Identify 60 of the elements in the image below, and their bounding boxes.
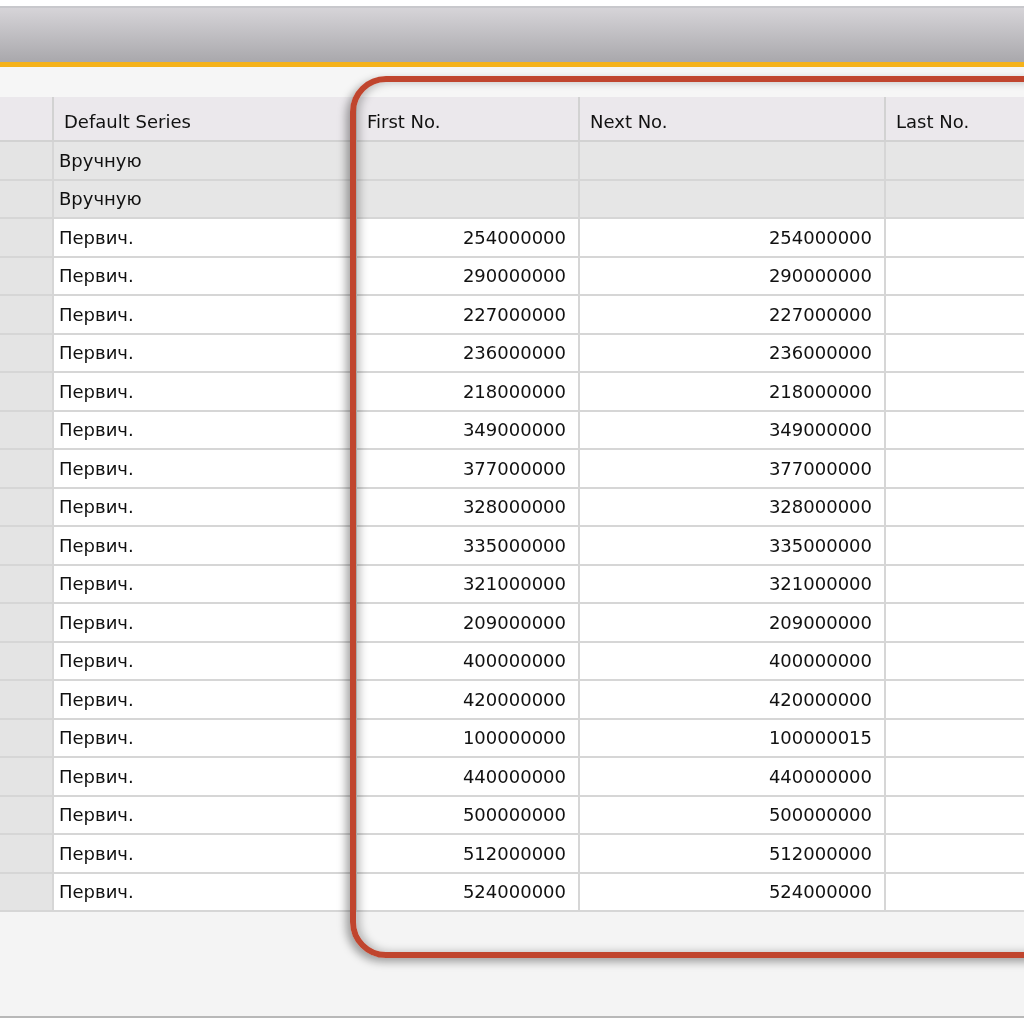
table-cell: 236000000 bbox=[580, 334, 886, 373]
row-header-cell[interactable] bbox=[0, 180, 54, 219]
table-cell: 512000000 bbox=[580, 835, 886, 874]
table-cell: 400000000 bbox=[580, 642, 886, 681]
table-cell: 236000000 bbox=[357, 334, 580, 373]
table-cell: 100000015 bbox=[580, 719, 886, 758]
table-cell: 420000000 bbox=[357, 681, 580, 720]
table-cell: 209000000 bbox=[357, 604, 580, 643]
row-header-cell[interactable] bbox=[0, 334, 54, 373]
row-header-cell[interactable] bbox=[0, 488, 54, 527]
table-cell: 524000000 bbox=[357, 873, 580, 912]
table-cell: 100000000 bbox=[357, 719, 580, 758]
table-cell: 254000000 bbox=[580, 219, 886, 258]
column-header[interactable]: Default Series bbox=[54, 97, 357, 142]
row-header-cell bbox=[0, 97, 54, 142]
column-header[interactable]: Last No. bbox=[886, 97, 1024, 142]
row-header-cell[interactable] bbox=[0, 296, 54, 335]
column-header[interactable]: First No. bbox=[357, 97, 580, 142]
table-cell: 500000000 bbox=[580, 796, 886, 835]
row-header-cell[interactable] bbox=[0, 450, 54, 489]
row-header-cell[interactable] bbox=[0, 604, 54, 643]
row-header-cell[interactable] bbox=[0, 373, 54, 412]
row-header-cell[interactable] bbox=[0, 681, 54, 720]
row-header-cell[interactable] bbox=[0, 527, 54, 566]
row-header-cell[interactable] bbox=[0, 796, 54, 835]
table-cell: 328000000 bbox=[580, 488, 886, 527]
table-cell: 440000000 bbox=[580, 758, 886, 797]
column-header[interactable]: Next No. bbox=[580, 97, 886, 142]
table-cell: 400000000 bbox=[357, 642, 580, 681]
row-header-cell[interactable] bbox=[0, 758, 54, 797]
table-cell: 500000000 bbox=[357, 796, 580, 835]
table-cell: 321000000 bbox=[580, 565, 886, 604]
table-cell: 335000000 bbox=[357, 527, 580, 566]
table-cell: 328000000 bbox=[357, 488, 580, 527]
table-cell: 420000000 bbox=[580, 681, 886, 720]
table-cell: 218000000 bbox=[580, 373, 886, 412]
table-cell: 524000000 bbox=[580, 873, 886, 912]
row-header-cell[interactable] bbox=[0, 411, 54, 450]
table-cell: 290000000 bbox=[357, 257, 580, 296]
table-cell: 321000000 bbox=[357, 565, 580, 604]
row-header-cell[interactable] bbox=[0, 873, 54, 912]
row-header-cell[interactable] bbox=[0, 719, 54, 758]
table-cell: 377000000 bbox=[580, 450, 886, 489]
table-cell: 440000000 bbox=[357, 758, 580, 797]
table-cell: 227000000 bbox=[580, 296, 886, 335]
row-header-cell[interactable] bbox=[0, 219, 54, 258]
table-cell: 377000000 bbox=[357, 450, 580, 489]
row-header-cell[interactable] bbox=[0, 642, 54, 681]
table-cell: 218000000 bbox=[357, 373, 580, 412]
row-header-cell[interactable] bbox=[0, 835, 54, 874]
table-cell: 349000000 bbox=[580, 411, 886, 450]
table-cell: 335000000 bbox=[580, 527, 886, 566]
row-header-cell[interactable] bbox=[0, 565, 54, 604]
row-header-cell[interactable] bbox=[0, 257, 54, 296]
table-cell: 349000000 bbox=[357, 411, 580, 450]
table-cell: 209000000 bbox=[580, 604, 886, 643]
table-cell: 512000000 bbox=[357, 835, 580, 874]
table-cell: 290000000 bbox=[580, 257, 886, 296]
table-cell: 227000000 bbox=[357, 296, 580, 335]
table-cell: 254000000 bbox=[357, 219, 580, 258]
